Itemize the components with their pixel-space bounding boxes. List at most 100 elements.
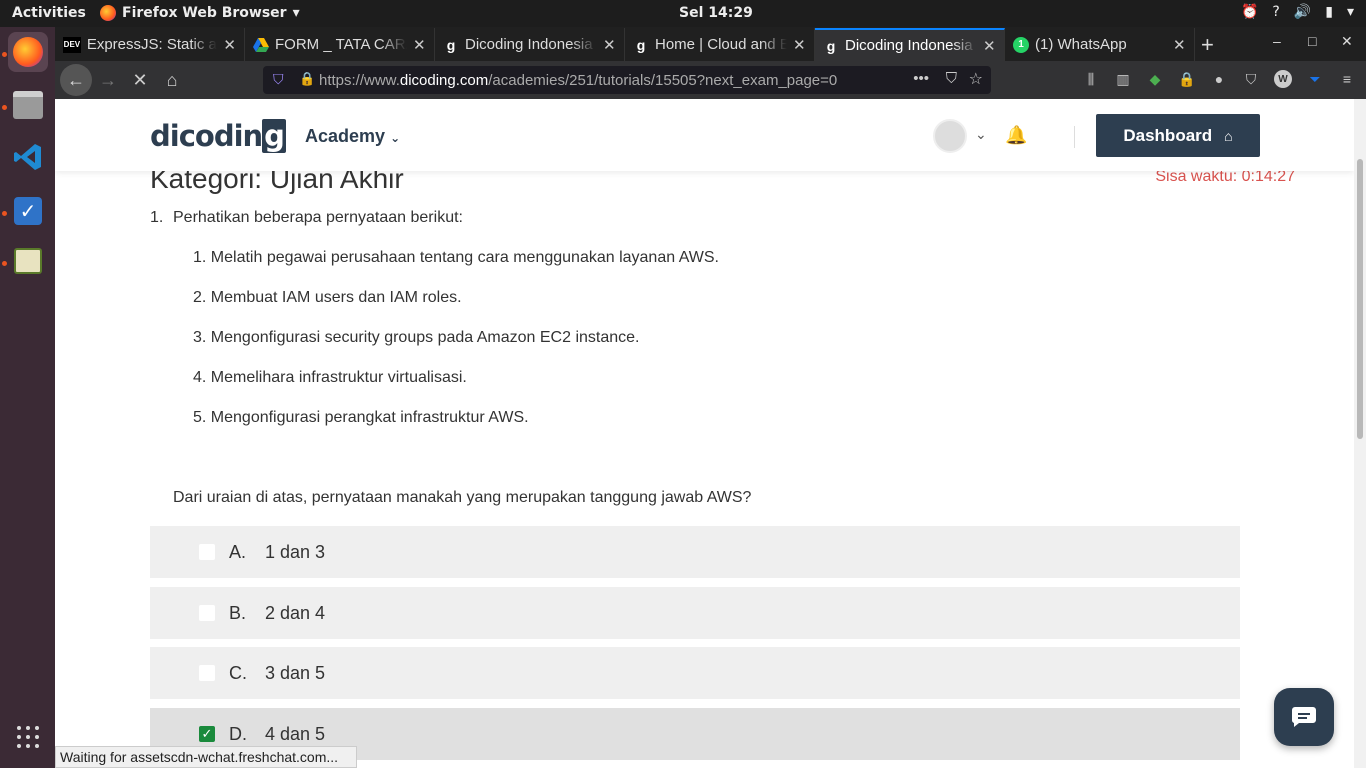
drive-icon [253,37,269,53]
show-applications-button[interactable] [8,717,48,757]
dicoding-icon: g [826,37,836,54]
dock-image-viewer[interactable] [8,241,48,281]
tab-title: (1) WhatsApp [1035,36,1127,53]
checkbox-app-icon: ✓ [14,197,42,225]
close-icon[interactable]: ✕ [223,36,236,54]
extension-shield-icon[interactable]: ⛉ [1242,70,1260,88]
avatar[interactable] [933,119,967,153]
lock-icon[interactable]: 🔒 [299,71,315,87]
image-viewer-icon [14,248,42,274]
home-button[interactable]: ⌂ [158,66,186,94]
close-icon[interactable]: ✕ [603,36,616,54]
dev-icon: DEV [63,36,81,53]
chevron-down-icon: ⌄ [390,131,401,145]
tab-dicoding-active[interactable]: g Dicoding Indonesia ✕ [815,28,1005,61]
help-icon: ? [1272,4,1280,20]
url-text: https://www.dicoding.com/academies/251/t… [319,71,838,89]
answer-option-c[interactable]: C. 3 dan 5 [150,647,1240,699]
forward-button[interactable]: → [94,66,122,94]
minimize-button[interactable]: – [1273,33,1281,49]
answer-checkbox[interactable] [199,605,215,621]
page-actions-icon[interactable]: ••• [913,70,929,87]
tab-expressjs[interactable]: DEV ExpressJS: Static and ✕ [55,28,245,61]
toolbar-icons: ⫼ ▥ ◆ 🔒 ● ⛉ W ⏷ ≡ [1082,70,1356,88]
list-item: 4. Memelihara infrastruktur virtualisasi… [193,369,467,386]
pocket-icon[interactable]: ⛉ [946,70,957,87]
tab-title: Dicoding Indonesia [465,36,593,53]
tab-form[interactable]: FORM _ TATA CARA ✕ [245,28,435,61]
close-icon[interactable]: ✕ [1173,36,1186,54]
academy-menu[interactable]: Academy ⌄ [305,126,400,147]
back-button[interactable]: ← [60,64,92,96]
app-menu[interactable]: Firefox Web Browser ▾ [100,5,300,21]
answer-option-a[interactable]: A. 1 dan 3 [150,526,1240,578]
close-icon[interactable]: ✕ [793,36,806,54]
system-tray[interactable]: ⏰ ? 🔊 ▮ ▾ [1241,4,1354,20]
vscode-icon [14,144,41,170]
tab-whatsapp[interactable]: 1 (1) WhatsApp ✕ [1005,28,1195,61]
dicoding-icon: g [636,36,646,53]
page-scrollbar[interactable] [1354,99,1366,768]
site-header: dicoding Academy ⌄ ⌄ 🔔 Dashboard ⌂ [55,99,1354,171]
firefox-icon [13,37,43,67]
academy-menu-label: Academy [305,126,386,146]
tab-dicoding-1[interactable]: g Dicoding Indonesia ✕ [435,28,625,61]
dock-firefox[interactable] [8,32,48,72]
system-top-bar: Activities Firefox Web Browser ▾ Sel 14:… [0,0,1366,27]
power-menu-icon: ▾ [1346,4,1354,20]
option-letter: D. [229,723,247,744]
close-icon[interactable]: ✕ [413,36,426,54]
extension-lock-icon[interactable]: 🔒 [1178,70,1196,88]
stop-button[interactable]: ✕ [126,66,154,94]
sidebar-icon[interactable]: ▥ [1114,70,1132,88]
extension-ghost-icon[interactable]: ● [1210,70,1228,88]
running-indicator [2,261,7,266]
maximize-button[interactable]: □ [1308,33,1316,49]
running-indicator [2,105,7,110]
dock: ✓ [0,27,55,768]
answer-option-b[interactable]: B. 2 dan 4 [150,587,1240,639]
extension-download-icon[interactable]: ⏷ [1306,70,1324,88]
close-icon[interactable]: ✕ [983,37,996,55]
answer-checkbox[interactable] [199,544,215,560]
new-tab-button[interactable]: + [1201,32,1214,58]
activities-button[interactable]: Activities [12,5,86,21]
dock-files[interactable] [8,85,48,125]
option-letter: C. [229,662,247,683]
navigation-toolbar: ← → ✕ ⌂ ⛉ 🔒 https://www.dicoding.com/aca… [55,61,1366,99]
option-letter: B. [229,602,247,623]
dicoding-logo[interactable]: dicoding [150,119,286,153]
extension-w-icon[interactable]: W [1274,70,1292,88]
window-close-button[interactable]: ✕ [1341,33,1353,50]
running-indicator [2,52,7,57]
bell-icon[interactable]: 🔔 [1005,125,1027,146]
running-indicator [2,211,7,216]
tab-title: Dicoding Indonesia [845,37,973,54]
web-page: dicoding Academy ⌄ ⌄ 🔔 Dashboard ⌂ Kateg… [55,99,1354,768]
dock-tasks[interactable]: ✓ [8,191,48,231]
tab-title: FORM _ TATA CARA [275,36,407,53]
dashboard-button[interactable]: Dashboard ⌂ [1096,114,1260,157]
question-text: Dari uraian di atas, pernyataan manakah … [173,489,752,506]
chat-widget-button[interactable] [1274,688,1334,746]
clock[interactable]: Sel 14:29 [679,5,753,21]
dashboard-label: Dashboard [1123,125,1213,145]
menu-icon[interactable]: ≡ [1338,70,1356,88]
bookmark-star-icon[interactable]: ☆ [969,69,983,89]
list-item: 5. Mengonfigurasi perangkat infrastruktu… [193,409,529,426]
answer-checkbox-checked[interactable]: ✓ [199,726,215,742]
library-icon[interactable]: ⫼ [1082,70,1100,88]
tracking-protection-icon[interactable]: ⛉ [273,71,284,88]
tab-cloud-home[interactable]: g Home | Cloud and E ✕ [625,28,815,61]
statement-list: 1. Melatih pegawai perusahaan tentang ca… [193,249,719,449]
firefox-icon [100,5,116,21]
extension-globe-icon[interactable]: ◆ [1146,70,1164,88]
dock-vscode[interactable] [8,137,48,177]
scrollbar-thumb[interactable] [1357,159,1363,439]
question-number: 1. [150,209,164,226]
whatsapp-icon: 1 [1013,36,1029,53]
url-bar[interactable]: ⛉ 🔒 https://www.dicoding.com/academies/2… [263,66,991,94]
answer-checkbox[interactable] [199,665,215,681]
option-text: 3 dan 5 [265,662,326,683]
chevron-down-icon[interactable]: ⌄ [975,126,987,143]
